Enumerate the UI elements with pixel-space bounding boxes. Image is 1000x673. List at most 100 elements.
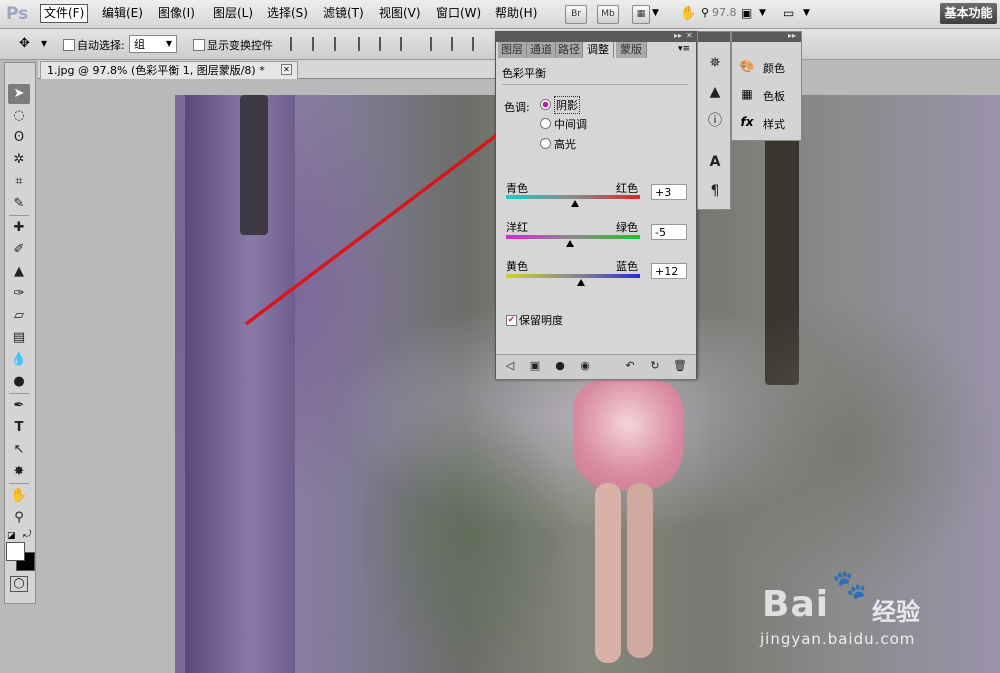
panel-menu-icon[interactable]: ▾≡ (678, 44, 690, 54)
radio-midtones[interactable] (540, 118, 551, 129)
trash-icon[interactable]: 🗑 (672, 359, 688, 373)
default-colors-icon[interactable]: ◪ (7, 531, 16, 541)
type-tool-icon[interactable]: T (8, 418, 30, 438)
chevron-down-icon[interactable]: ▼ (41, 39, 47, 48)
menu-image[interactable]: 图像(I) (155, 5, 198, 22)
pen-tool-icon[interactable]: ✒ (8, 396, 30, 416)
marquee-tool-icon[interactable]: ◌ (8, 106, 30, 126)
chevron-down-icon[interactable]: ▼ (652, 8, 659, 18)
back-arrow-icon[interactable]: ◁ (502, 359, 518, 373)
hand-icon[interactable]: ✋ (680, 6, 696, 21)
close-icon[interactable]: ✕ (281, 64, 292, 75)
magenta-green-value-field[interactable]: -5 (651, 224, 687, 240)
swatches-icon[interactable]: ▦ (738, 86, 756, 102)
align-right-icon[interactable] (400, 37, 416, 51)
collapse-icon[interactable]: ▸▸ (674, 31, 682, 40)
chevron-down-icon[interactable]: ▼ (803, 8, 810, 18)
menu-file[interactable]: 文件(F) (40, 4, 89, 23)
quick-select-tool-icon[interactable]: ✲ (8, 150, 30, 170)
radio-shadows-label[interactable]: 阴影 (554, 96, 580, 114)
menu-help[interactable]: 帮助(H) (492, 5, 540, 22)
menu-window[interactable]: 窗口(W) (433, 5, 484, 22)
eye-icon[interactable]: ◉ (577, 359, 593, 373)
info-icon[interactable]: ⓘ (706, 112, 724, 130)
clone-stamp-tool-icon[interactable]: ▲ (8, 262, 30, 282)
eyedropper-tool-icon[interactable]: ✎ (8, 194, 30, 214)
radio-midtones-label[interactable]: 中间调 (554, 116, 587, 132)
chevron-down-icon[interactable]: ▼ (166, 39, 172, 48)
menu-select[interactable]: 选择(S) (264, 5, 311, 22)
path-select-tool-icon[interactable]: ↖ (8, 440, 30, 460)
align-vcenter-icon[interactable] (312, 37, 328, 51)
radio-highlights[interactable] (540, 138, 551, 149)
crop-tool-icon[interactable]: ⌗ (8, 172, 30, 192)
eraser-tool-icon[interactable]: ▱ (8, 306, 30, 326)
previous-state-icon[interactable]: ↶ (622, 359, 638, 373)
yellow-blue-value-field[interactable]: +12 (651, 263, 687, 279)
bridge-button[interactable]: Br (565, 5, 587, 24)
tab-channels[interactable]: 通道 (527, 42, 556, 58)
arrange-docs-icon[interactable]: ▣ (741, 6, 752, 20)
swap-colors-icon[interactable]: ⤾ (23, 529, 31, 540)
styles-panel-label[interactable]: 样式 (763, 116, 785, 132)
character-icon[interactable]: A (706, 153, 724, 171)
hand-tool-icon[interactable]: ✋ (8, 486, 30, 506)
show-transform-checkbox[interactable] (193, 39, 205, 51)
styles-fx-icon[interactable]: fx (738, 114, 756, 130)
document-tab[interactable]: 1.jpg @ 97.8% (色彩平衡 1, 图层蒙版/8) * (40, 61, 298, 79)
collapse-icon[interactable]: ▸▸ (788, 31, 796, 40)
align-top-icon[interactable] (290, 37, 306, 51)
quick-mask-icon[interactable]: ◯ (10, 576, 28, 592)
align-bottom-icon[interactable] (334, 37, 350, 51)
tab-adjustments[interactable]: 调整 (583, 42, 614, 58)
distribute-top-icon[interactable] (430, 37, 446, 51)
zoom-icon[interactable]: ⚲ (701, 6, 709, 19)
tab-paths[interactable]: 路径 (556, 42, 583, 58)
chevron-down-icon[interactable]: ▼ (759, 8, 766, 18)
slider-cyan-red-track[interactable] (506, 195, 640, 199)
screen-mode-icon[interactable]: ▭ (783, 6, 794, 20)
radio-highlights-label[interactable]: 高光 (554, 136, 576, 152)
visibility-layer-icon[interactable]: ● (552, 359, 568, 373)
histogram-icon[interactable]: ▲ (706, 83, 724, 101)
close-icon[interactable]: ✕ (686, 31, 693, 40)
menu-layer[interactable]: 图层(L) (210, 5, 256, 22)
slider-cyan-red-thumb[interactable] (571, 200, 579, 207)
slider-magenta-green-thumb[interactable] (565, 240, 574, 247)
menu-edit[interactable]: 编辑(E) (99, 5, 146, 22)
reset-icon[interactable]: ↻ (647, 359, 663, 373)
tab-masks[interactable]: 蒙版 (616, 42, 647, 58)
zoom-tool-icon[interactable]: ⚲ (8, 508, 30, 528)
foreground-color-swatch[interactable] (6, 542, 25, 561)
mini-bridge-button[interactable]: Mb (597, 5, 619, 24)
align-hcenter-icon[interactable] (379, 37, 395, 51)
menu-view[interactable]: 视图(V) (376, 5, 424, 22)
blur-tool-icon[interactable]: 💧 (8, 350, 30, 370)
history-brush-tool-icon[interactable]: ✑ (8, 284, 30, 304)
color-panel-label[interactable]: 颜色 (763, 60, 785, 76)
palette-icon[interactable]: 🎨 (738, 58, 756, 74)
workspace-button[interactable]: 基本功能 (940, 3, 997, 24)
shape-tool-icon[interactable]: ✸ (8, 462, 30, 482)
auto-select-checkbox[interactable] (63, 39, 75, 51)
slider-yellow-blue-thumb[interactable] (577, 279, 586, 286)
lasso-tool-icon[interactable]: ʘ (8, 128, 30, 148)
tab-layers[interactable]: 图层 (498, 42, 527, 58)
radio-shadows[interactable] (540, 99, 551, 110)
dodge-tool-icon[interactable]: ● (8, 372, 30, 392)
menu-filter[interactable]: 滤镜(T) (320, 5, 367, 22)
view-extras-icon[interactable]: ▦ (632, 5, 650, 24)
zoom-level[interactable]: 97.8 (712, 6, 737, 19)
move-tool-icon[interactable]: ✥ (19, 36, 30, 51)
align-left-icon[interactable] (358, 37, 374, 51)
preserve-luminosity-checkbox[interactable]: ✔ (506, 315, 517, 326)
healing-brush-tool-icon[interactable]: ✚ (8, 218, 30, 238)
gradient-tool-icon[interactable]: ▤ (8, 328, 30, 348)
distribute-bottom-icon[interactable] (472, 37, 488, 51)
swatches-panel-label[interactable]: 色板 (763, 88, 785, 104)
paragraph-icon[interactable]: ¶ (706, 182, 724, 200)
slider-yellow-blue-track[interactable] (506, 274, 640, 278)
navigator-icon[interactable]: ✵ (706, 54, 724, 72)
cyan-red-value-field[interactable]: +3 (651, 184, 687, 200)
move-tool-icon[interactable]: ➤ (8, 84, 30, 104)
